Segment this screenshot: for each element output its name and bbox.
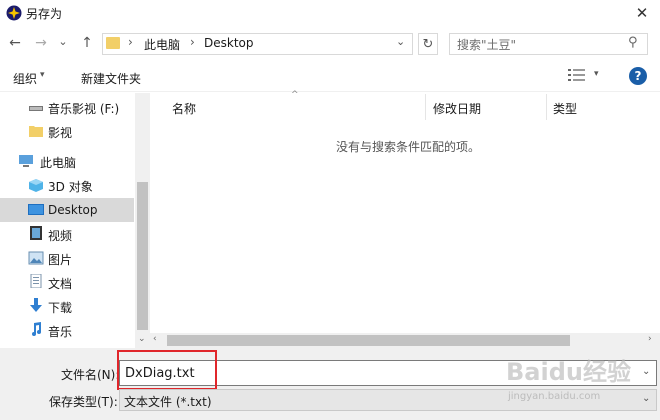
sidebar-item-label: 文档 (48, 277, 73, 291)
scroll-right-icon[interactable]: › (648, 334, 652, 344)
title-bar (0, 0, 660, 26)
up-button[interactable]: ↑ (76, 33, 98, 53)
refresh-button[interactable]: ↻ (418, 33, 438, 55)
chevron-down-icon[interactable]: ▾ (594, 69, 599, 79)
sidebar-item-3d-objects[interactable]: 3D 对象 (0, 173, 134, 197)
horizontal-scrollbar-thumb[interactable] (167, 335, 570, 346)
close-button[interactable]: ✕ (628, 1, 656, 25)
sidebar-item-label: 下载 (48, 301, 73, 315)
sidebar-item-label: 视频 (48, 229, 73, 243)
sidebar-item-label: 影视 (48, 126, 73, 140)
file-type-value[interactable]: 文本文件 (*.txt) (124, 393, 212, 410)
sidebar-item-videos-folder[interactable]: 影视 (0, 119, 134, 143)
sidebar-item-label: Desktop (48, 203, 98, 217)
column-header-date-modified[interactable]: 修改日期 (433, 100, 481, 117)
computer-icon (19, 155, 33, 167)
sidebar-item-label: 3D 对象 (48, 180, 93, 194)
column-divider[interactable] (425, 94, 426, 120)
column-divider[interactable] (546, 94, 547, 120)
breadcrumb-separator[interactable]: › (128, 35, 133, 49)
scroll-down-icon[interactable]: ⌄ (138, 334, 146, 344)
sidebar-item-this-pc[interactable]: 此电脑 (0, 149, 134, 173)
breadcrumb-this-pc[interactable]: 此电脑 (144, 36, 180, 53)
sidebar-item-pictures[interactable]: 图片 (0, 246, 134, 270)
forward-button[interactable]: → (30, 33, 52, 53)
sidebar-item-video[interactable]: 视频 (0, 222, 134, 246)
sidebar-item-documents[interactable]: 文档 (0, 270, 134, 294)
new-folder-button[interactable]: 新建文件夹 (81, 70, 141, 87)
watermark-url: jingyan.baidu.com (508, 391, 601, 402)
music-icon (32, 322, 41, 336)
app-icon (6, 5, 22, 21)
downloads-icon (30, 298, 42, 312)
chevron-down-icon[interactable]: ⌄ (642, 393, 650, 404)
sidebar-item-music[interactable]: 音乐 (0, 318, 134, 342)
navigation-pane: 音乐影视 (F:) 影视 此电脑 3D 对象 Desktop 视频 图片 文档 … (0, 93, 150, 348)
3d-objects-icon (29, 179, 43, 192)
sidebar-item-label: 此电脑 (40, 156, 77, 170)
watermark-logo: Baidu经验 (506, 358, 631, 386)
breadcrumb-desktop[interactable]: Desktop (204, 36, 254, 50)
filename-label: 文件名(N): (61, 368, 120, 382)
desktop-icon (28, 204, 44, 215)
scroll-left-icon[interactable]: ‹ (153, 334, 157, 344)
view-options-icon[interactable] (568, 68, 586, 82)
highlight-annotation-box (117, 350, 217, 390)
recent-locations-button[interactable]: ⌄ (56, 31, 70, 51)
column-header-type[interactable]: 类型 (553, 100, 577, 117)
sidebar-item-drive-f[interactable]: 音乐影视 (F:) (0, 95, 134, 119)
drive-icon (29, 106, 43, 111)
pictures-icon (28, 251, 44, 265)
folder-icon (106, 37, 120, 49)
address-dropdown-icon[interactable]: ⌄ (396, 35, 405, 48)
column-header-name[interactable]: 名称 (172, 100, 196, 117)
search-input[interactable]: 搜索"土豆" (457, 36, 516, 53)
back-button[interactable]: ← (4, 33, 26, 53)
sort-ascending-icon: ^ (291, 90, 299, 100)
video-icon (30, 226, 42, 240)
sidebar-item-label: 音乐影视 (F:) (48, 102, 120, 116)
chevron-down-icon[interactable]: ⌄ (642, 366, 650, 377)
breadcrumb-separator[interactable]: › (190, 35, 195, 49)
window-title: 另存为 (26, 7, 63, 21)
help-button[interactable]: ? (629, 67, 647, 85)
file-type-label: 保存类型(T): (49, 395, 118, 409)
sidebar-item-desktop[interactable]: Desktop (0, 198, 134, 222)
sidebar-item-label: 图片 (48, 253, 73, 267)
chevron-down-icon[interactable]: ▾ (40, 70, 45, 80)
documents-icon (30, 274, 42, 288)
sidebar-item-downloads[interactable]: 下载 (0, 294, 134, 318)
folder-icon (29, 126, 43, 137)
sidebar-item-label: 音乐 (48, 325, 73, 339)
sidebar-scrollbar-thumb[interactable] (137, 182, 148, 330)
organize-button[interactable]: 组织 (13, 70, 37, 87)
search-icon[interactable]: ⚲ (628, 35, 638, 50)
empty-results-message: 没有与搜索条件匹配的项。 (336, 140, 481, 154)
